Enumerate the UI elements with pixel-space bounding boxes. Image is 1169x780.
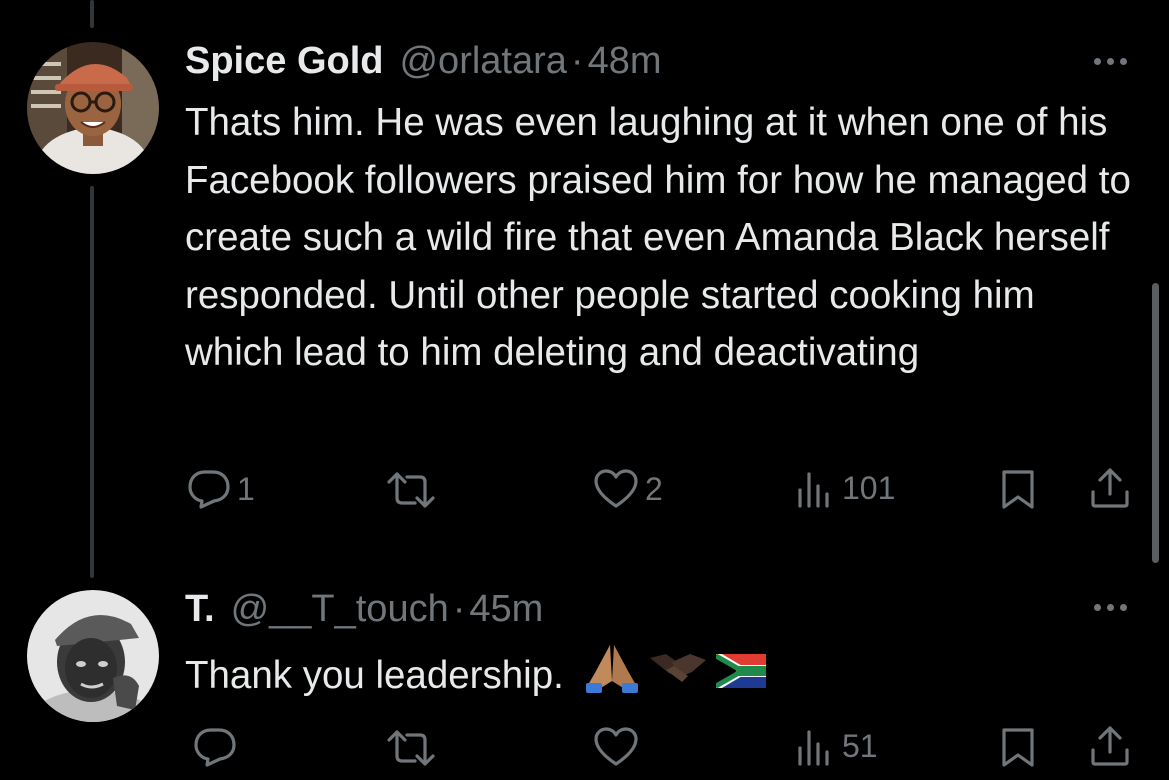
share-icon [1088,466,1132,510]
share-button[interactable] [1088,466,1132,510]
reply-count: 1 [237,470,255,507]
views-button[interactable]: 101 [796,468,895,508]
tweet-actions: 51 [0,718,1169,778]
scrollbar[interactable] [1152,283,1159,563]
views-icon [796,468,836,508]
retweet-button[interactable] [385,728,443,768]
tweet-header: Spice Gold @orlatara · 48m [185,40,661,83]
separator: · [452,588,466,630]
reply-button[interactable]: 1 [187,468,255,510]
retweet-button[interactable] [385,470,443,510]
username[interactable]: @orlatara [399,40,566,83]
south-africa-flag-icon [714,647,769,705]
bookmark-icon [1000,468,1036,510]
retweet-icon [385,470,437,510]
display-name[interactable]: Spice Gold [185,40,383,83]
username[interactable]: @__T_touch [231,588,449,631]
views-count: 101 [842,469,896,506]
timestamp[interactable]: 45m [469,588,543,631]
views-button[interactable]: 51 [796,726,878,766]
like-icon [593,468,639,510]
tweet-text: Thank you leadership. [185,653,564,697]
like-button[interactable]: 2 [593,468,663,510]
timeline: Spice Gold @orlatara · 48m Thats him. He… [0,0,1169,780]
bookmark-icon [1000,726,1036,768]
tweet-actions: 1 2 101 [0,458,1169,518]
retweet-icon [385,728,437,768]
like-button[interactable] [593,726,645,768]
avatar-t-touch[interactable] [27,590,159,722]
like-icon [593,726,639,768]
bookmark-button[interactable] [1000,468,1036,510]
bookmark-button[interactable] [1000,726,1036,768]
separator: · [570,40,584,82]
reply-icon [187,468,231,510]
thread-connector-top [90,0,94,28]
thread-connector [90,186,94,578]
more-icon[interactable] [1094,58,1127,65]
reply-button[interactable] [193,726,243,768]
tweet-header: T. @__T_touch · 45m [185,588,543,631]
reply-icon [193,726,237,768]
display-name[interactable]: T. [185,588,215,631]
views-count: 51 [842,727,878,764]
like-count: 2 [645,470,663,507]
share-icon [1088,724,1132,768]
views-icon [796,726,836,766]
tweet-text: Thats him. He was even laughing at it wh… [185,101,1131,374]
avatar-spice-gold[interactable] [27,42,159,174]
timestamp[interactable]: 48m [588,40,662,83]
folded-hands-icon [582,641,642,710]
more-icon[interactable] [1094,604,1127,611]
tweet-text-row: Thank you leadership. [185,641,1135,710]
handshake-icon [648,647,708,705]
share-button[interactable] [1088,724,1132,768]
